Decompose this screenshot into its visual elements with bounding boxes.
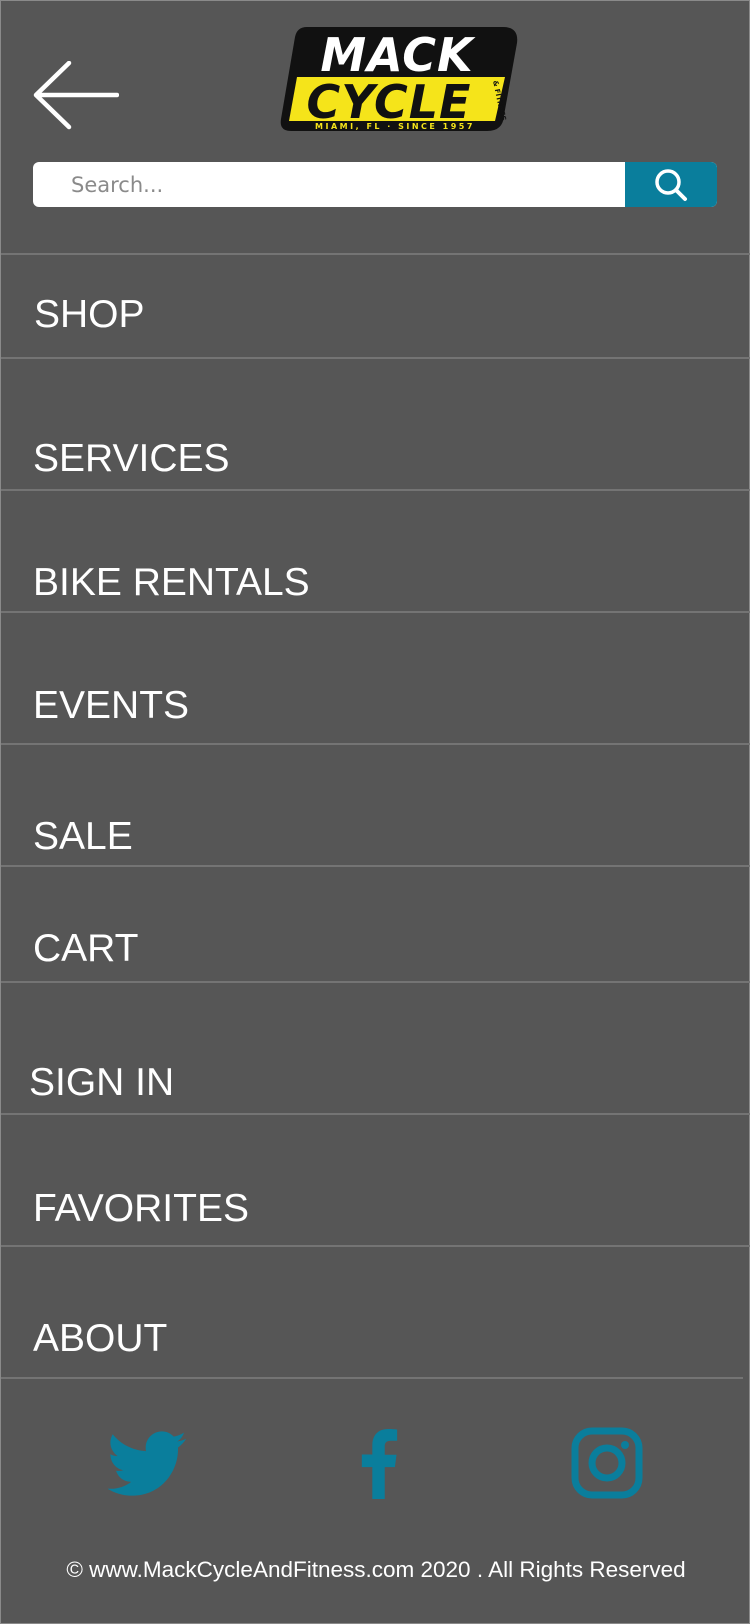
facebook-link[interactable] [357, 1429, 401, 1499]
divider [1, 253, 750, 255]
divider [1, 1377, 743, 1379]
search-input[interactable] [33, 162, 625, 207]
nav-item-label: BIKE RENTALS [33, 561, 310, 604]
nav-item-sign-in[interactable]: SIGN IN [1, 1061, 750, 1105]
nav-item-label: EVENTS [33, 684, 190, 727]
nav-item-sale[interactable]: SALE [1, 815, 750, 859]
divider [1, 611, 750, 613]
instagram-icon [571, 1427, 643, 1499]
nav-item-label: ABOUT [33, 1317, 168, 1360]
mack-cycle-logo[interactable]: MACK CYCLE & FITNESS MIAMI, FL · SINCE 1… [277, 23, 523, 135]
search-bar [33, 162, 717, 207]
logo-line1: MACK [320, 28, 476, 82]
divider [1, 743, 750, 745]
nav-item-favorites[interactable]: FAVORITES [1, 1187, 750, 1231]
logo-graphic: MACK CYCLE & FITNESS MIAMI, FL · SINCE 1… [280, 27, 518, 131]
logo-tagline: MIAMI, FL · SINCE 1957 [315, 122, 475, 131]
nav-item-label: SERVICES [33, 437, 230, 480]
nav-item-label: SIGN IN [29, 1061, 175, 1104]
twitter-link[interactable] [107, 1429, 189, 1499]
menu-panel: MACK CYCLE & FITNESS MIAMI, FL · SINCE 1… [0, 0, 750, 1624]
divider [1, 981, 750, 983]
search-button[interactable] [625, 162, 717, 207]
logo-line2: CYCLE [307, 75, 472, 129]
facebook-icon [361, 1429, 398, 1499]
nav-item-label: SALE [33, 815, 133, 858]
divider [1, 865, 750, 867]
divider [1, 1113, 750, 1115]
divider [1, 357, 750, 359]
nav-item-events[interactable]: EVENTS [1, 684, 750, 728]
nav-item-label: FAVORITES [33, 1187, 249, 1230]
nav-item-bike-rentals[interactable]: BIKE RENTALS [1, 561, 750, 605]
back-button[interactable] [33, 60, 120, 133]
arrow-left-icon [33, 60, 120, 130]
nav-item-shop[interactable]: SHOP [1, 293, 750, 337]
nav-item-about[interactable]: ABOUT [1, 1317, 750, 1361]
search-icon [655, 168, 687, 201]
instagram-link[interactable] [571, 1427, 643, 1499]
divider [1, 489, 750, 491]
divider [1, 1245, 750, 1247]
twitter-icon [108, 1431, 187, 1496]
nav-item-services[interactable]: SERVICES [1, 437, 750, 481]
footer-copyright: © www.MackCycleAndFitness.com 2020 . All… [66, 1557, 686, 1582]
nav-item-label: SHOP [34, 293, 145, 336]
nav-item-cart[interactable]: CART [1, 927, 750, 971]
nav-item-label: CART [33, 927, 139, 970]
